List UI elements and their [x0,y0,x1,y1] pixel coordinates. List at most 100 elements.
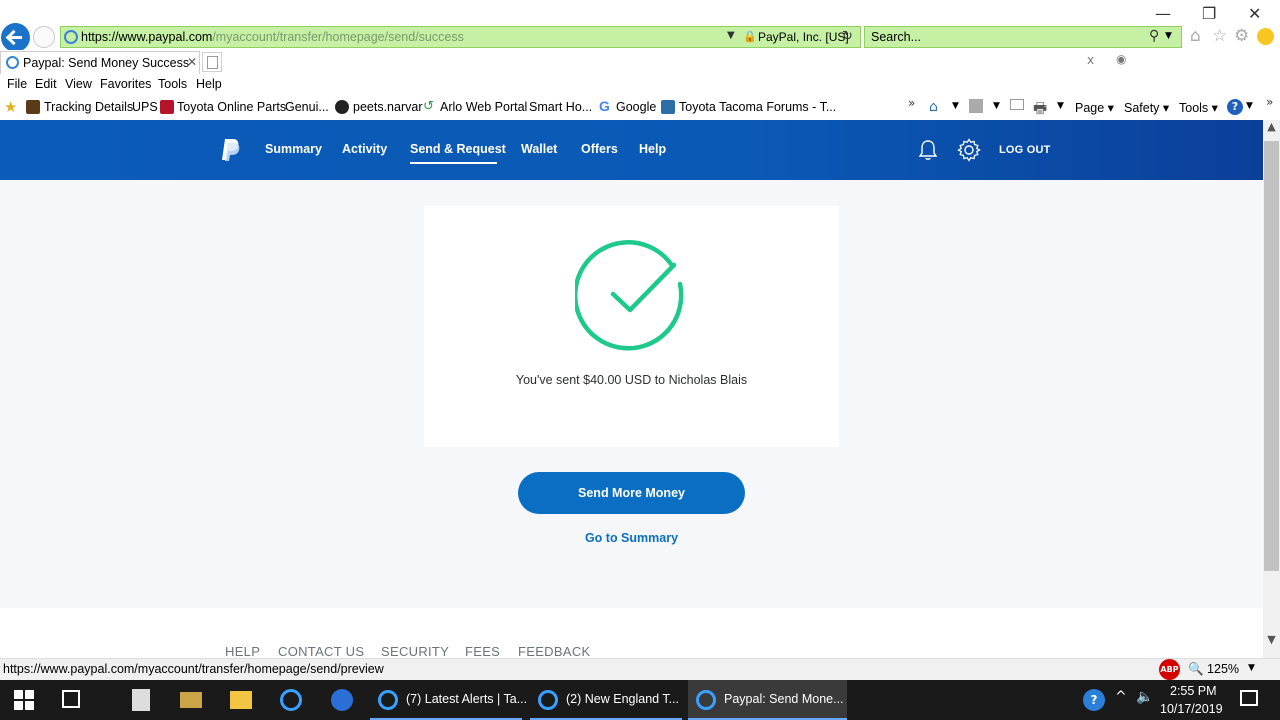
menu-help[interactable]: Help [196,77,222,91]
footer-feedback[interactable]: FEEDBACK [518,644,590,658]
forward-button[interactable] [33,26,55,48]
taskbar-task-new-england[interactable]: (2) New England T... [530,680,682,720]
clock-date[interactable]: 10/17/2019 [1160,702,1223,716]
address-bar[interactable]: https://www.paypal.com/myaccount/transfe… [60,26,861,48]
fav-toyota-parts[interactable]: Toyota Online Parts [177,100,286,114]
taskbar-task-paypal[interactable]: Paypal: Send Mone... [688,680,847,720]
rss-icon[interactable] [969,99,983,113]
fav-peets[interactable]: peets.narvar [353,100,422,114]
feedback-smile-icon[interactable] [1257,28,1274,45]
close-icon[interactable]: x [1087,53,1094,67]
adblock-icon[interactable]: ABP [1159,659,1180,680]
url-text[interactable]: https://www.paypal.com/myaccount/transfe… [81,30,464,44]
home-icon[interactable]: ⌂ [1190,26,1201,46]
menu-edit[interactable]: Edit [35,77,57,91]
search-dropdown-icon[interactable]: ▼ [1165,31,1172,41]
dropdown-icon[interactable]: ▼ [1246,101,1253,111]
task-view-icon[interactable] [62,690,80,708]
dropdown-icon[interactable]: ▼ [1057,101,1064,111]
file-explorer-icon[interactable] [230,691,252,709]
command-safety[interactable]: Safety ▾ [1124,100,1169,115]
nav-help[interactable]: Help [639,142,666,156]
fav-arlo[interactable]: Arlo Web Portal [440,100,527,114]
lock-icon[interactable]: 🔒 [743,30,757,43]
dropdown-icon[interactable]: ▼ [952,101,959,111]
ie-page-icon [64,30,78,44]
go-to-summary-link[interactable]: Go to Summary [518,531,745,545]
chevron-right-icon[interactable]: » [908,96,915,110]
menu-view[interactable]: View [65,77,92,91]
nav-wallet[interactable]: Wallet [521,142,557,156]
home-icon[interactable]: ⌂ [929,99,938,115]
close-icon[interactable]: ✕ [1248,4,1261,23]
logout-link[interactable]: LOG OUT [999,144,1051,156]
certificate-label[interactable]: PayPal, Inc. [US] [758,30,849,44]
fav-smart-home[interactable]: Smart Ho... [529,100,592,114]
google-icon: G [599,98,610,114]
fav-google[interactable]: Google [616,100,656,114]
chevron-up-icon[interactable]: ^ [1115,689,1127,705]
narvar-icon [335,100,349,114]
favorites-star-icon[interactable]: ☆ [1212,26,1227,46]
favorites-star-icon[interactable]: ★ [4,98,17,116]
settings-gear-icon[interactable] [957,138,981,162]
help-tray-icon[interactable]: ? [1083,689,1105,711]
arlo-icon: ↺ [423,99,434,114]
menu-file[interactable]: File [7,77,27,91]
mail-icon[interactable] [1010,99,1024,110]
footer-fees[interactable]: FEES [465,644,500,658]
back-button[interactable] [1,23,30,52]
search-icon[interactable]: ⚲ [1149,28,1159,44]
search-input[interactable]: Search... [871,30,921,44]
clock-time[interactable]: 2:55 PM [1170,684,1217,698]
zoom-dropdown-icon[interactable]: ▼ [1248,663,1255,673]
ie-tab-icon [6,56,19,69]
volume-icon[interactable]: 🔈 [1136,689,1153,705]
windows-start-icon[interactable] [14,690,34,710]
help-icon[interactable]: ? [1227,99,1243,115]
ie-icon [696,690,716,710]
menu-tools[interactable]: Tools [158,77,187,91]
fav-tacoma-forums[interactable]: Toyota Tacoma Forums - T... [679,100,836,114]
nav-offers[interactable]: Offers [581,142,618,156]
footer-security[interactable]: SECURITY [381,644,449,658]
fav-tracking-details[interactable]: Tracking Details [44,100,133,114]
dropdown-icon[interactable]: ▼ [993,101,1000,111]
menu-favorites[interactable]: Favorites [100,77,151,91]
internet-explorer-icon[interactable] [280,689,302,711]
outlook-icon[interactable] [331,689,353,711]
gear-icon[interactable]: ⚙ [1234,26,1249,46]
scroll-down-icon[interactable]: ▼ [1263,633,1280,650]
new-tab-button[interactable] [202,52,222,72]
chevron-right-icon[interactable]: » [1266,95,1273,109]
refresh-icon[interactable]: ↻ [842,29,853,44]
nav-summary[interactable]: Summary [265,142,322,156]
calculator-icon[interactable] [132,689,150,711]
footer-contact[interactable]: CONTACT US [278,644,364,658]
tab-paypal[interactable]: Paypal: Send Money Success ✕ [0,51,200,74]
vertical-scrollbar[interactable]: ▲ ▼ [1263,120,1280,658]
notifications-icon[interactable] [1240,690,1258,706]
tab-close-icon[interactable]: ✕ [187,55,197,69]
fav-ups[interactable]: UPS [132,100,158,114]
nav-activity[interactable]: Activity [342,142,387,156]
command-tools[interactable]: Tools ▾ [1179,100,1218,115]
paypal-logo-icon[interactable] [219,138,241,162]
search-box[interactable]: Search... ⚲ ▼ [864,26,1182,48]
zoom-level[interactable]: 🔍 125% [1188,662,1239,677]
nav-send-request[interactable]: Send & Request [410,142,506,156]
bell-icon[interactable] [918,139,938,161]
address-dropdown-icon[interactable]: ▼ [727,30,735,41]
scroll-thumb[interactable] [1264,141,1279,571]
scroll-up-icon[interactable]: ▲ [1263,120,1280,137]
send-more-money-button[interactable]: Send More Money [518,472,745,514]
footer-help[interactable]: HELP [225,644,260,658]
command-page[interactable]: Page ▾ [1075,100,1114,115]
minimize-icon[interactable]: — [1155,4,1171,23]
menu-bar: File Edit View Favorites Tools Help [0,74,1280,96]
restore-icon[interactable]: ❐ [1202,4,1216,23]
taskbar-task-alerts[interactable]: (7) Latest Alerts | Ta... [370,680,527,720]
fav-genuine[interactable]: Genui... [285,100,329,114]
record-icon[interactable]: ◉ [1116,52,1126,66]
scanner-icon[interactable] [180,692,202,708]
